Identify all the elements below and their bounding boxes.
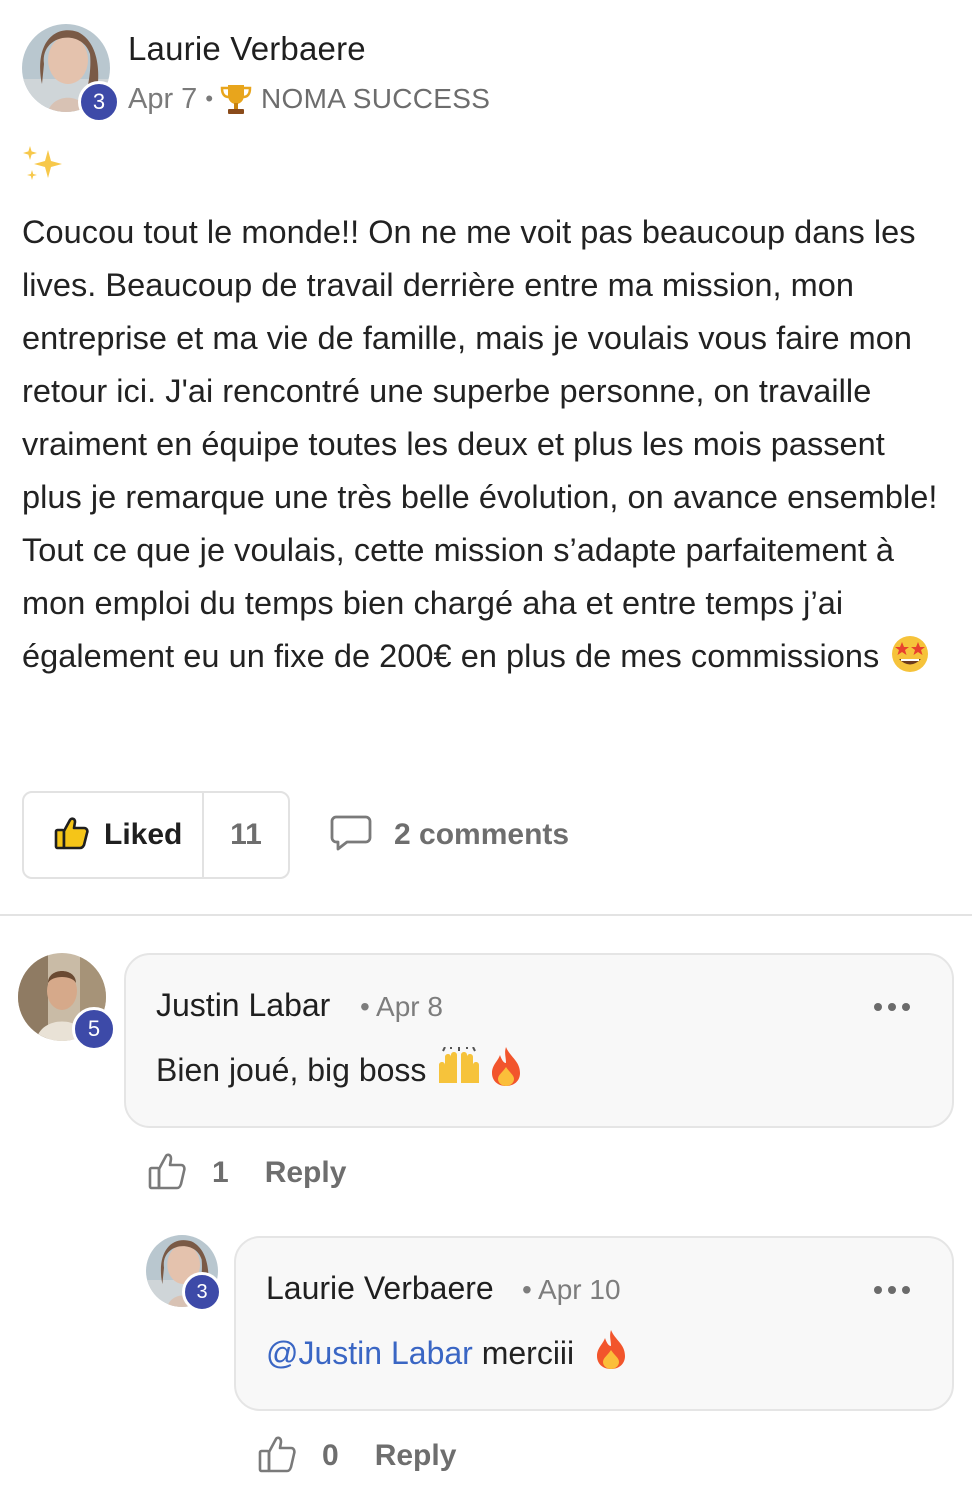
reply-bubble: Laurie Verbaere • Apr 10 @Justin Labar m… [234,1236,954,1411]
comment-date: • Apr 8 [360,991,443,1023]
star-struck-emoji-icon [888,633,932,689]
post-header: 3 Laurie Verbaere Apr 7 • NOMA SUCCESS [22,24,952,123]
reply-text-content: merciii [481,1335,575,1371]
reply-button[interactable]: Reply [375,1439,457,1473]
post-date: Apr 7 [128,82,198,115]
more-options-icon[interactable] [874,1280,910,1300]
reply-like-count: 0 [322,1439,339,1472]
post-category[interactable]: NOMA SUCCESS [261,83,490,115]
comment-like-count: 1 [212,1156,229,1189]
reply-button[interactable]: Reply [265,1156,347,1190]
reply-author[interactable]: Laurie Verbaere [266,1270,494,1307]
date-separator: • [522,1274,532,1305]
comments-count-label: 2 comments [394,818,570,851]
like-count[interactable]: 11 [204,793,288,877]
section-divider [0,914,972,916]
comment-text-content: Bien joué, big boss [156,1052,427,1088]
author-name[interactable]: Laurie Verbaere [128,30,366,68]
comment-author[interactable]: Justin Labar [156,987,330,1024]
reply-text: @Justin Labar merciii [266,1328,631,1378]
comment-actions: 1 Reply [148,1150,346,1196]
sparkles-icon [22,144,66,184]
reply-actions: 0 Reply [258,1433,456,1479]
post-meta: Apr 7 • NOMA SUCCESS [128,82,490,116]
comment-bubble: Justin Labar • Apr 8 Bien joué, big boss [124,953,954,1128]
date-separator: • [360,991,370,1022]
like-control: Liked 11 [22,791,290,879]
reply-level-badge: 3 [182,1272,222,1312]
comments-button[interactable]: 2 comments [330,812,569,858]
comment-text: Bien joué, big boss [156,1045,526,1095]
more-options-icon[interactable] [874,997,910,1017]
comment-bubble-icon [330,814,372,857]
post-body-text: Coucou tout le monde!! On ne me voit pas… [22,214,938,674]
thumbs-up-outline-icon[interactable] [258,1435,298,1478]
trophy-icon [219,82,253,116]
author-level-badge: 3 [78,81,120,123]
reply-date-value: Apr 10 [538,1274,621,1305]
comment-date-value: Apr 8 [376,991,443,1022]
like-label: Liked [104,818,183,851]
comment-level-badge: 5 [72,1007,116,1051]
thumbs-up-outline-icon[interactable] [148,1152,188,1195]
reply-date: • Apr 10 [522,1274,621,1306]
fire-emoji-icon [591,1328,631,1378]
post-body: Coucou tout le monde!! On ne me voit pas… [22,206,952,689]
raising-hands-emoji-icon [435,1045,483,1095]
meta-separator: • [205,86,214,111]
like-button[interactable]: Liked [24,793,204,877]
thumbs-up-icon [54,816,90,855]
user-mention-link[interactable]: @Justin Labar [266,1335,473,1371]
fire-emoji-icon [486,1045,526,1095]
